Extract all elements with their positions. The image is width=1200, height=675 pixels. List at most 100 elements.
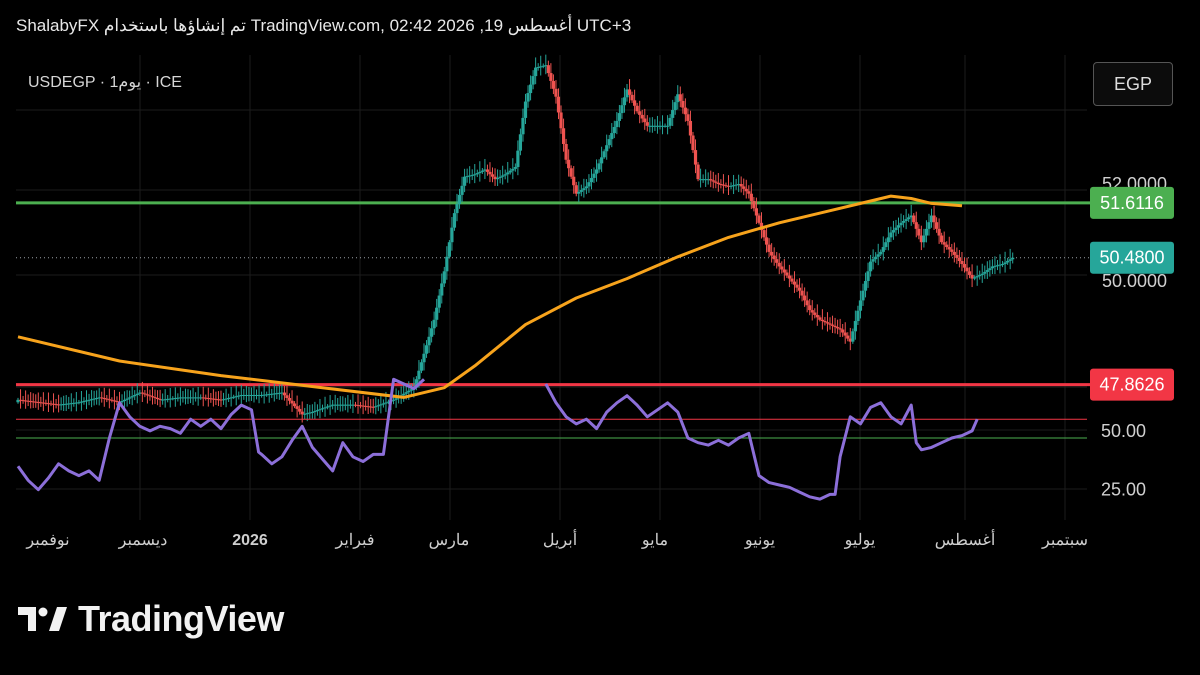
candle-body (430, 328, 434, 337)
candle-body (554, 88, 558, 97)
candle-body (313, 411, 317, 413)
candle-body (787, 275, 791, 279)
candle-body (886, 237, 890, 243)
candle-body (681, 100, 685, 108)
candle-body (879, 251, 883, 255)
candle-body (143, 393, 147, 395)
candle-body (975, 276, 979, 278)
candle-body (567, 159, 571, 169)
currency-button[interactable]: EGP (1093, 62, 1173, 106)
candle-body (1011, 257, 1015, 260)
candle-body (924, 228, 929, 236)
candle-body (962, 264, 967, 268)
candle-body (145, 394, 150, 396)
x-axis-label: مايو (641, 532, 668, 549)
candle-body (442, 271, 446, 284)
x-axis-label: مارس (429, 532, 470, 549)
candle-body (950, 249, 954, 252)
candle-body (856, 310, 860, 322)
symbol-label[interactable]: USDEGP · 1يوم · ICE (28, 72, 182, 92)
candle-body (643, 118, 647, 123)
candle-body (889, 232, 893, 238)
candle-body (612, 127, 616, 134)
candle-body (767, 244, 771, 252)
candle-body (463, 176, 467, 186)
candle-body (133, 394, 137, 397)
candle-body (1008, 259, 1012, 261)
candle-body (394, 398, 398, 400)
x-axis-label: أبريل (543, 529, 577, 549)
tradingview-footer: TradingView (18, 598, 284, 640)
candle-body (455, 204, 459, 214)
candle-body (833, 325, 837, 328)
candle-body (404, 392, 408, 394)
candle-body (374, 406, 378, 408)
candle-body (777, 262, 781, 267)
x-axis-label: أغسطس (935, 529, 996, 549)
candle-body (579, 190, 583, 192)
candle-body (600, 157, 604, 164)
price-tag-label: 47.8626 (1099, 375, 1164, 395)
candle-body (937, 228, 941, 236)
candle-body (686, 114, 690, 121)
candle-body (876, 254, 880, 257)
candle-body (587, 182, 591, 187)
candle-body (696, 164, 700, 180)
chart-canvas[interactable]: نوفمبر ديسمبر 2026 فبراير مارس أبريل مايو يونيو… (0, 0, 1200, 675)
candle-body (932, 215, 936, 223)
candle-body (148, 395, 152, 397)
candle-body (1000, 264, 1005, 266)
candle-body (615, 120, 619, 128)
candle-body (965, 267, 969, 272)
candle-body (792, 281, 797, 285)
candle-body (828, 323, 832, 325)
candle-body (569, 168, 573, 177)
candle-body (927, 222, 931, 229)
candle-body (607, 139, 611, 146)
candle-body (805, 300, 809, 306)
candle-body (534, 67, 538, 77)
candle-body (452, 213, 457, 228)
candle-body (754, 208, 759, 216)
candle-body (508, 170, 512, 173)
candle-body (445, 256, 449, 272)
candle-body (960, 260, 964, 265)
candle-body (843, 332, 847, 336)
candle-body (617, 113, 621, 121)
candle-body (901, 220, 906, 223)
price-axis-tick: 50.0000 (1102, 271, 1167, 291)
candle-body (884, 242, 888, 248)
candle-body (376, 405, 380, 407)
candle-body (825, 322, 830, 324)
candle-body (638, 111, 642, 115)
candle-body (120, 401, 124, 403)
candle-body (790, 278, 794, 282)
candle-body (320, 408, 325, 410)
candle-body (597, 163, 601, 170)
candle-body (772, 255, 776, 260)
candle-body (516, 150, 520, 168)
candle-body (668, 117, 672, 126)
candle-body (135, 393, 139, 395)
candle-body (564, 143, 568, 160)
candle-body (605, 145, 609, 152)
candle-body (450, 227, 454, 243)
candle-body (955, 254, 959, 258)
candle-body (830, 324, 835, 326)
candle-body (640, 114, 644, 119)
candle-body (917, 228, 921, 236)
candle-body (155, 398, 160, 400)
candle-body (866, 271, 870, 281)
candle-body (589, 177, 594, 183)
candle-body (810, 310, 814, 313)
x-axis-label: 2026 (232, 532, 268, 549)
x-axis-label: يونيو (744, 532, 775, 549)
x-axis-label: ديسمبر (118, 532, 168, 549)
candle-body (894, 227, 898, 231)
candle-body (762, 230, 766, 238)
candle-body (577, 191, 581, 194)
candle-body (907, 217, 911, 220)
candle-body (592, 173, 596, 178)
candle-body (985, 270, 989, 272)
candle-body (863, 281, 868, 291)
